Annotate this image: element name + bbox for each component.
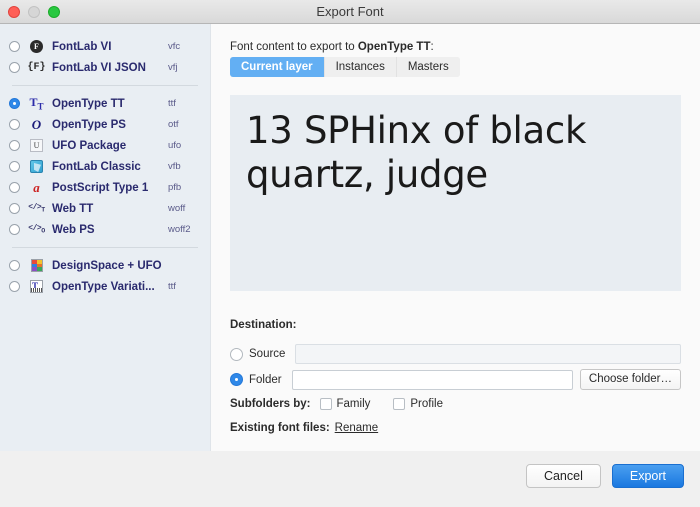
sidebar-divider — [12, 85, 198, 86]
font-preview-text: 13 SPHinx of black quartz, judge — [246, 109, 587, 196]
export-font-dialog: Export Font F FontLab VI vfc {F} FontLab… — [0, 0, 700, 507]
format-item-fontlab-classic[interactable]: FontLab Classic vfb — [0, 156, 210, 177]
choose-folder-button[interactable]: Choose folder… — [579, 369, 681, 390]
format-item-extension: ttf — [168, 98, 176, 109]
tab-current-layer[interactable]: Current layer — [230, 57, 325, 77]
cancel-button[interactable]: Cancel — [525, 464, 601, 488]
opentype-tt-icon: TT — [29, 94, 44, 112]
format-item-extension: otf — [168, 119, 179, 130]
format-item-web-ps[interactable]: </>O Web PS woff2 — [0, 219, 210, 240]
source-radio-icon[interactable] — [230, 347, 243, 361]
folder-radio-icon[interactable] — [230, 373, 243, 386]
radio-icon[interactable] — [9, 98, 20, 109]
subfolder-profile-label: Profile — [410, 398, 443, 410]
destination-source-row[interactable]: Source — [230, 344, 681, 364]
format-item-label: PostScript Type 1 — [52, 181, 149, 194]
format-group-fontlab: F FontLab VI vfc {F} FontLab VI JSON vfj — [0, 36, 210, 78]
format-item-extension: woff — [168, 203, 186, 214]
existing-files-rename-link[interactable]: Rename — [335, 422, 378, 434]
format-item-extension: ttf — [168, 281, 176, 292]
folder-label: Folder — [249, 373, 282, 386]
existing-files-row: Existing font files: Rename — [230, 422, 378, 434]
format-item-web-tt[interactable]: </>T Web TT woff — [0, 198, 210, 219]
font-preview-box: 13 SPHinx of black quartz, judge — [230, 95, 681, 291]
format-item-label: Web PS — [52, 223, 95, 236]
title-bar: Export Font — [0, 0, 700, 24]
subfolder-profile-option[interactable]: Profile — [393, 398, 443, 410]
format-item-label: UFO Package — [52, 139, 127, 152]
content-scope-tabs: Current layer Instances Masters — [230, 57, 460, 77]
postscript-type1-icon: a — [33, 180, 40, 195]
radio-icon[interactable] — [9, 161, 20, 172]
radio-icon[interactable] — [9, 224, 20, 235]
subfolder-family-option[interactable]: Family — [319, 398, 371, 410]
ufo-icon: U — [28, 138, 45, 154]
fontlab-json-icon: {F} — [27, 61, 46, 73]
font-content-label-suffix: : — [430, 41, 434, 53]
format-item-designspace-ufo[interactable]: DesignSpace + UFO — [0, 255, 210, 276]
opentype-variations-icon: T — [28, 279, 45, 295]
format-item-extension: vfc — [168, 41, 181, 52]
format-item-extension: woff2 — [168, 224, 191, 235]
existing-files-label: Existing font files: — [230, 422, 330, 434]
format-item-fontlab-vi[interactable]: F FontLab VI vfc — [0, 36, 210, 57]
format-item-fontlab-vi-json[interactable]: {F} FontLab VI JSON vfj — [0, 57, 210, 78]
font-content-label: Font content to export to OpenType TT: — [230, 41, 434, 53]
format-list-sidebar: F FontLab VI vfc {F} FontLab VI JSON vfj… — [0, 24, 211, 451]
radio-icon[interactable] — [9, 140, 20, 151]
sidebar-divider — [12, 247, 198, 248]
font-content-label-format: OpenType TT — [357, 41, 431, 53]
destination-folder-row[interactable]: Folder Choose folder… — [230, 369, 681, 390]
radio-icon[interactable] — [9, 260, 20, 271]
subfolder-family-label: Family — [336, 398, 371, 410]
format-item-extension: pfb — [168, 182, 182, 193]
checkbox-icon[interactable] — [319, 398, 332, 410]
footer-buttons: Cancel Export — [525, 464, 684, 488]
font-content-label-prefix: Font content to export to — [230, 41, 358, 53]
format-item-label: OpenType Variati... — [52, 280, 155, 293]
format-item-extension: ufo — [168, 140, 182, 151]
format-item-extension: vfb — [168, 161, 181, 172]
format-item-label: OpenType PS — [52, 118, 126, 131]
source-path-field — [295, 344, 681, 364]
checkbox-icon[interactable] — [393, 398, 406, 410]
format-item-opentype-ps[interactable]: O OpenType PS otf — [0, 114, 210, 135]
radio-icon[interactable] — [9, 281, 20, 292]
format-item-ufo-package[interactable]: U UFO Package ufo — [0, 135, 210, 156]
folder-path-input[interactable] — [291, 369, 573, 390]
tab-masters[interactable]: Masters — [396, 57, 460, 77]
format-item-opentype-variations[interactable]: T OpenType Variati... ttf — [0, 276, 210, 297]
destination-label: Destination: — [230, 319, 297, 331]
designspace-ufo-icon — [28, 258, 45, 274]
format-item-extension: vfj — [168, 62, 178, 73]
radio-icon[interactable] — [9, 62, 20, 73]
radio-icon[interactable] — [9, 203, 20, 214]
format-item-opentype-tt[interactable]: TT OpenType TT ttf — [0, 93, 210, 114]
format-item-label: Web TT — [52, 202, 94, 215]
radio-icon[interactable] — [9, 119, 20, 130]
radio-icon[interactable] — [9, 182, 20, 193]
subfolders-row: Subfolders by: Family Profile — [230, 398, 466, 410]
tab-instances[interactable]: Instances — [324, 57, 397, 77]
format-item-label: OpenType TT — [52, 97, 125, 110]
web-tt-icon: </>T — [28, 202, 45, 214]
fontlab-circle-icon: F — [28, 39, 45, 55]
format-item-label: FontLab VI JSON — [52, 61, 146, 74]
opentype-ps-icon: O — [31, 117, 42, 132]
export-options-panel: Font content to export to OpenType TT: C… — [211, 24, 700, 451]
format-item-label: FontLab Classic — [52, 160, 141, 173]
subfolders-label: Subfolders by: — [230, 398, 311, 410]
radio-icon[interactable] — [9, 41, 20, 52]
dialog-footer: Cancel Export — [0, 451, 700, 507]
source-label: Source — [249, 348, 286, 360]
window-title: Export Font — [316, 4, 384, 19]
format-group-variable: DesignSpace + UFO T OpenType Variati... … — [0, 255, 210, 297]
format-item-label: FontLab VI — [52, 40, 112, 53]
export-button[interactable]: Export — [611, 464, 684, 488]
format-item-postscript-type1[interactable]: a PostScript Type 1 pfb — [0, 177, 210, 198]
web-ps-icon: </>O — [28, 223, 45, 235]
format-item-label: DesignSpace + UFO — [52, 259, 162, 272]
format-group-standard: TT OpenType TT ttf O OpenType PS otf U U… — [0, 93, 210, 240]
fontlab-classic-icon — [28, 159, 45, 175]
